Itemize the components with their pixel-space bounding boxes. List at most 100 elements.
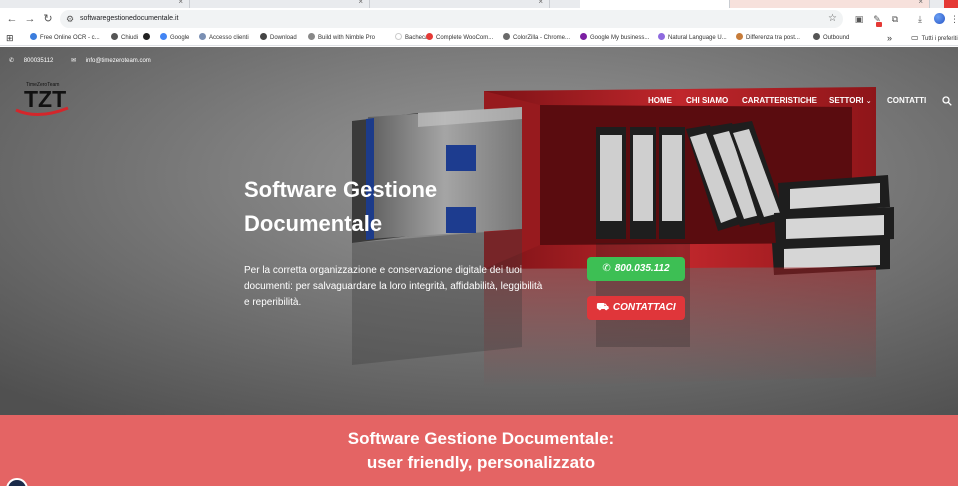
contact-us-label: CONTATTACI xyxy=(612,302,676,313)
bookmark-favicon-icon xyxy=(160,33,167,41)
topbar-phone[interactable]: ✆ 800035112 xyxy=(9,58,61,64)
back-icon[interactable]: ← xyxy=(4,11,20,27)
topbar-contacts: ✆ 800035112 ✉ info@timezeroteam.com xyxy=(9,55,167,67)
bookmark-star-icon[interactable]: ☆ xyxy=(828,10,837,28)
bookmark-item[interactable]: Outbound xyxy=(813,30,849,46)
bookmark-label: Outbound xyxy=(823,35,850,41)
bookmark-label: Differenza tra post... xyxy=(746,35,800,41)
bookmark-label: Google xyxy=(170,35,190,41)
hero-title: Software Gestione Documentale xyxy=(244,177,438,236)
nav-home[interactable]: HOME xyxy=(648,94,672,108)
menu-kebab-icon[interactable]: ⋮ xyxy=(950,12,958,26)
mail-icon: ✉ xyxy=(70,58,76,64)
bookmark-favicon-icon xyxy=(426,33,433,41)
profile-avatar[interactable] xyxy=(934,13,945,24)
bookmark-favicon-icon xyxy=(736,33,743,41)
extension-icon[interactable]: ▣ xyxy=(852,12,866,26)
bookmark-item[interactable]: Build with Nimble Pro xyxy=(308,30,375,46)
forward-icon[interactable]: → xyxy=(22,11,38,27)
bookmark-favicon-icon xyxy=(395,33,402,41)
nav-settori-label: SETTORI xyxy=(829,96,864,105)
browser-tab[interactable]: × xyxy=(370,0,550,8)
hero-description: Per la corretta organizzazione e conserv… xyxy=(244,265,543,308)
bookmark-item[interactable] xyxy=(143,30,153,46)
topbar-email[interactable]: ✉ info@timezeroteam.com xyxy=(71,58,159,64)
contact-us-button[interactable]: ⛟ CONTATTACI xyxy=(587,296,685,320)
bookmark-favicon-icon xyxy=(30,33,37,41)
site-logo[interactable]: TimeZeroTeam TZT xyxy=(14,80,86,118)
download-icon[interactable]: ⤓ xyxy=(913,12,927,26)
bookmark-favicon-icon xyxy=(658,33,665,41)
bookmark-item[interactable]: Google xyxy=(160,30,189,46)
truck-icon: ⛟ xyxy=(596,302,609,313)
bookmark-favicon-icon xyxy=(111,33,118,41)
call-phone-label: 800.035.112 xyxy=(614,263,670,274)
bookmark-item[interactable]: Download xyxy=(260,30,297,46)
bookmark-favicon-icon xyxy=(143,33,150,41)
address-bar[interactable]: ⚙ softwaregestionedocumentale.it ☆ xyxy=(60,10,843,28)
bookmarks-more-icon[interactable]: » xyxy=(887,30,892,46)
bookmark-favicon-icon xyxy=(199,33,206,41)
phone-icon: ✆ xyxy=(9,58,15,64)
bookmark-label: Natural Language U... xyxy=(668,35,727,41)
close-icon[interactable]: × xyxy=(538,0,543,6)
extension-badge-icon xyxy=(876,22,882,27)
bookmark-label: Free Online OCR - c... xyxy=(40,35,100,41)
folder-icon: ▭ xyxy=(911,33,919,42)
bookmark-label: ColorZilla - Chrome... xyxy=(513,35,571,41)
nav-settori[interactable]: SETTORI ⌄ xyxy=(829,94,872,108)
bookmark-label: Google My business... xyxy=(590,35,650,41)
browser-tab[interactable] xyxy=(944,0,958,8)
bookmark-item[interactable]: Natural Language U... xyxy=(658,30,727,46)
bookmark-label: Complete WooCom... xyxy=(436,35,494,41)
browser-tab-active[interactable] xyxy=(580,0,730,8)
apps-grid-icon[interactable]: ⊞ xyxy=(6,30,14,46)
bookmark-label: Download xyxy=(270,35,297,41)
logo-monogram: TZT xyxy=(24,86,66,112)
url-text[interactable]: softwaregestionedocumentale.it xyxy=(80,10,178,28)
browser-tab[interactable]: × xyxy=(190,0,370,8)
band-title-line-2: user friendly, personalizzato xyxy=(366,453,596,472)
bookmark-label: Chiudi xyxy=(121,35,139,41)
call-phone-button[interactable]: ✆ 800.035.112 xyxy=(587,257,685,281)
bookmark-label: Accesso clienti xyxy=(209,35,249,41)
browser-tab[interactable]: × xyxy=(730,0,930,8)
nav-contatti[interactable]: CONTATTI xyxy=(887,94,926,108)
bookmark-favicon-icon xyxy=(813,33,820,41)
hero-section: ✆ 800035112 ✉ info@timezeroteam.com Time… xyxy=(0,47,958,415)
nav-caratteristiche[interactable]: CARATTERISTICHE xyxy=(742,94,817,108)
bookmark-item[interactable]: Accesso clienti xyxy=(199,30,249,46)
browser-tab[interactable]: × xyxy=(0,0,190,8)
band-title-line-1: Software Gestione Documentale: xyxy=(347,429,615,448)
bookmark-favicon-icon xyxy=(580,33,587,41)
band-title: Software Gestione Documentale: user frie… xyxy=(0,427,958,475)
all-bookmarks-folder[interactable]: ▭ Tutti i preferiti xyxy=(911,30,958,46)
bookmark-favicon-icon xyxy=(260,33,267,41)
bookmark-item[interactable]: Google My business... xyxy=(580,30,649,46)
nav-chi-siamo[interactable]: CHI SIAMO xyxy=(686,94,728,108)
web-page: ✆ 800035112 ✉ info@timezeroteam.com Time… xyxy=(0,47,958,486)
browser-toolbar: ← → ↻ ⚙ softwaregestionedocumentale.it ☆… xyxy=(0,8,958,30)
extensions-puzzle-icon[interactable]: ⧉ xyxy=(888,12,902,26)
chevron-down-icon: ⌄ xyxy=(865,98,872,105)
tab-strip: × × × × × xyxy=(0,0,958,8)
bookmark-item[interactable]: ColorZilla - Chrome... xyxy=(503,30,570,46)
bookmarks-bar: ⊞ Free Online OCR - c... Chiudi Google Acce… xyxy=(0,30,958,46)
site-settings-icon[interactable]: ⚙ xyxy=(66,12,74,26)
bookmark-label: Build with Nimble Pro xyxy=(318,35,376,41)
phone-icon: ✆ xyxy=(602,263,611,274)
bookmark-favicon-icon xyxy=(503,33,510,41)
search-icon[interactable] xyxy=(942,96,952,106)
bookmark-item[interactable]: Complete WooCom... xyxy=(426,30,493,46)
bookmark-label: Bacheca xyxy=(405,35,429,41)
bookmark-item[interactable]: Differenza tra post... xyxy=(736,30,800,46)
close-icon[interactable]: × xyxy=(178,0,183,6)
reload-icon[interactable]: ↻ xyxy=(40,11,56,27)
bookmark-item[interactable]: Chiudi xyxy=(111,30,138,46)
close-icon[interactable]: × xyxy=(358,0,363,6)
bookmark-item[interactable]: Free Online OCR - c... xyxy=(30,30,100,46)
close-icon[interactable]: × xyxy=(918,0,923,6)
intro-band: Software Gestione Documentale: user frie… xyxy=(0,415,958,486)
topbar-email-text: info@timezeroteam.com xyxy=(85,58,151,64)
bookmark-item[interactable]: Bacheca xyxy=(395,30,428,46)
